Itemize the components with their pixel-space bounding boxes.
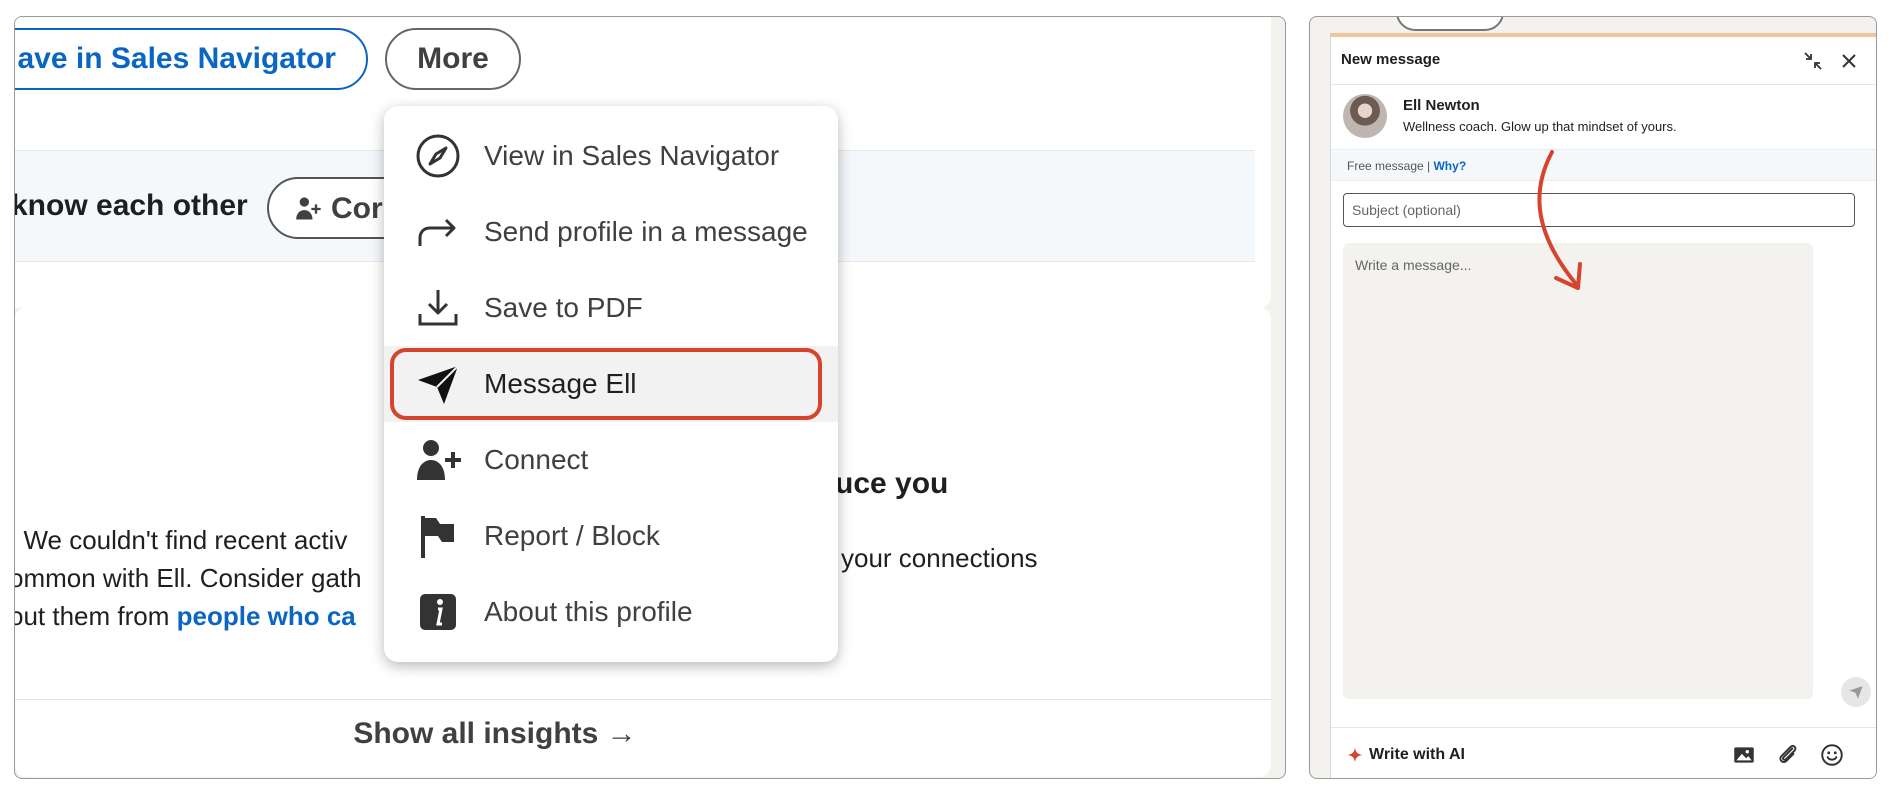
message-title: New message — [1341, 51, 1441, 68]
follow-button[interactable]: + Follow — [1396, 17, 1504, 31]
menu-item-connect[interactable]: Connect — [384, 422, 838, 498]
free-message-text: Free message | Why? — [1347, 159, 1466, 173]
image-icon[interactable] — [1731, 742, 1757, 768]
know-each-other-text: know each other — [14, 189, 248, 222]
avatar — [1343, 94, 1387, 138]
why-link[interactable]: Why? — [1433, 159, 1466, 173]
menu-item-label: About this profile — [484, 596, 693, 627]
menu-item-send-profile[interactable]: Send profile in a message — [384, 194, 838, 270]
message-textarea[interactable] — [1343, 243, 1813, 699]
insight-text-line: out them from people who ca — [14, 601, 356, 632]
connect-chip-label: Cor — [331, 192, 383, 225]
menu-item-message[interactable]: Message Ell — [384, 346, 838, 422]
free-message-label: Free message | — [1347, 159, 1434, 173]
insight-text-line: . We couldn't find recent activ — [14, 525, 348, 555]
more-button[interactable]: More — [385, 28, 521, 90]
insight-text-right: your connections — [841, 543, 1038, 573]
send-icon — [418, 365, 459, 404]
message-panel: + Follow New message Ell Newton Wellness… — [1309, 16, 1877, 779]
introduce-heading: uce you — [835, 467, 949, 500]
menu-item-label: Message Ell — [484, 368, 637, 399]
divider — [15, 699, 1271, 700]
add-person-icon — [417, 440, 461, 480]
info-icon — [420, 594, 456, 630]
write-with-ai-label: Write with AI — [1369, 746, 1465, 763]
menu-item-save-pdf[interactable]: Save to PDF — [384, 270, 838, 346]
minimize-icon[interactable] — [1801, 49, 1825, 73]
download-icon — [418, 290, 458, 326]
insight-text-prefix: out them from — [14, 601, 177, 631]
write-with-ai-button[interactable]: Write with AI — [1347, 742, 1465, 768]
recipient-name: Ell Newton — [1403, 97, 1480, 114]
send-icon — [1849, 686, 1863, 699]
show-all-insights-link[interactable]: Show all insights → — [15, 717, 975, 751]
menu-item-label: Send profile in a message — [484, 216, 808, 247]
share-arrow-icon — [418, 218, 456, 246]
annotation-arrow — [1537, 150, 1582, 290]
more-dropdown-menu: View in Sales Navigator Send profile in … — [384, 106, 838, 662]
insight-text-line: ommon with Ell. Consider gath — [14, 563, 362, 593]
emoji-icon[interactable] — [1819, 742, 1845, 768]
paperclip-icon[interactable] — [1775, 742, 1801, 768]
menu-item-label: Report / Block — [484, 520, 660, 551]
menu-item-label: Connect — [484, 444, 589, 475]
recipient-headline: Wellness coach. Glow up that mindset of … — [1403, 119, 1677, 134]
message-footer: Write with AI — [1331, 727, 1876, 778]
menu-item-about-profile[interactable]: About this profile — [384, 574, 838, 650]
flag-icon — [421, 516, 454, 558]
close-icon[interactable] — [1837, 49, 1861, 73]
menu-item-view-sales-navigator[interactable]: View in Sales Navigator — [384, 118, 838, 194]
add-person-icon — [296, 197, 321, 220]
save-in-sales-navigator-button[interactable]: ave in Sales Navigator — [15, 28, 368, 90]
menu-item-label: View in Sales Navigator — [484, 140, 780, 171]
send-button[interactable] — [1841, 677, 1871, 707]
sparkle-icon — [1347, 747, 1363, 763]
compass-icon — [416, 134, 460, 178]
message-header: New message — [1331, 37, 1876, 85]
people-who-can-link[interactable]: people who ca — [177, 601, 356, 631]
menu-item-label: Save to PDF — [484, 292, 643, 323]
menu-item-report-block[interactable]: Report / Block — [384, 498, 838, 574]
